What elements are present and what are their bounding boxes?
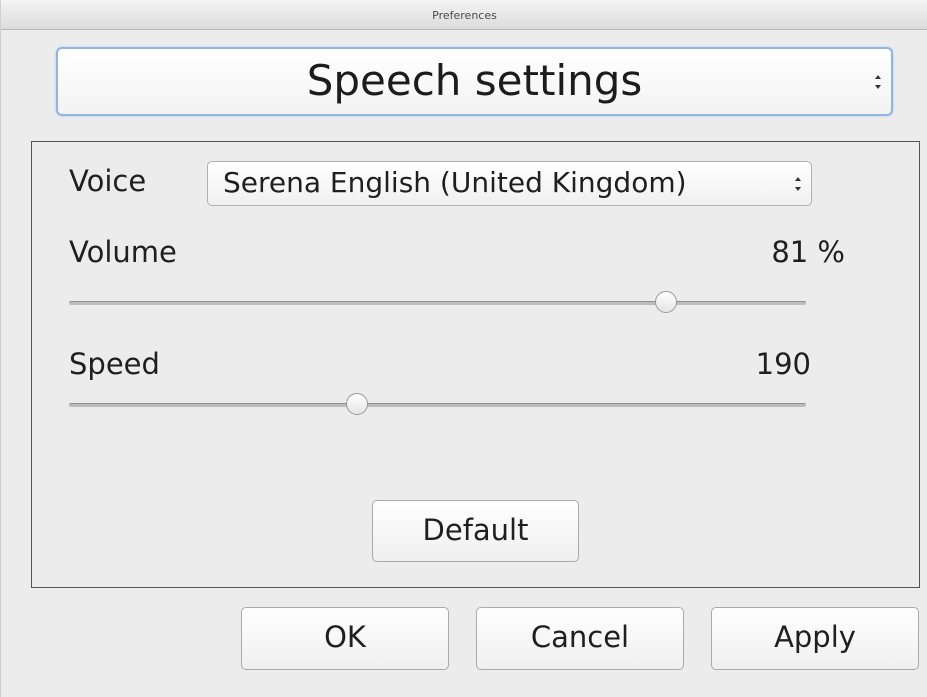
- section-select[interactable]: Speech settings: [56, 47, 893, 116]
- volume-value: 81 %: [771, 235, 845, 269]
- speed-slider-track[interactable]: [69, 403, 806, 407]
- preferences-window: Preferences Speech settings Voice Serena…: [0, 0, 927, 697]
- ok-button[interactable]: OK: [241, 607, 449, 670]
- voice-label: Voice: [69, 164, 147, 198]
- volume-slider-track[interactable]: [69, 301, 806, 305]
- volume-slider[interactable]: [69, 290, 806, 316]
- speech-settings-panel: Voice Serena English (United Kingdom) Vo…: [31, 141, 920, 588]
- section-select-value: Speech settings: [306, 56, 643, 105]
- apply-button[interactable]: Apply: [711, 607, 919, 670]
- voice-select-value: Serena English (United Kingdom): [223, 166, 687, 199]
- speed-value: 190: [755, 347, 811, 381]
- speed-label: Speed: [69, 347, 160, 381]
- title-bar[interactable]: Preferences: [1, 0, 927, 30]
- default-button[interactable]: Default: [372, 500, 579, 562]
- select-arrows-icon: [793, 176, 803, 192]
- volume-slider-thumb[interactable]: [655, 291, 677, 313]
- speed-slider[interactable]: [69, 392, 806, 418]
- select-arrows-icon: [873, 74, 883, 90]
- window-title: Preferences: [432, 9, 497, 22]
- speed-slider-thumb[interactable]: [346, 393, 368, 415]
- volume-label: Volume: [69, 235, 177, 269]
- voice-select[interactable]: Serena English (United Kingdom): [207, 161, 812, 206]
- cancel-button[interactable]: Cancel: [476, 607, 684, 670]
